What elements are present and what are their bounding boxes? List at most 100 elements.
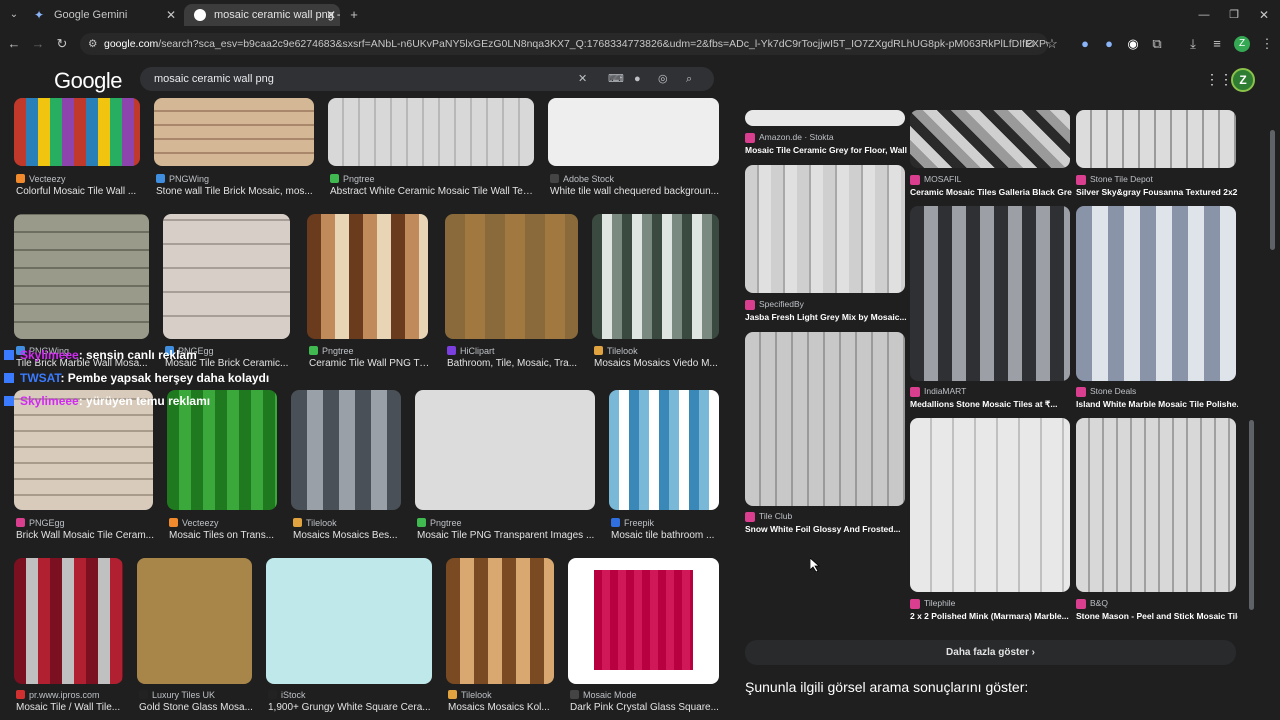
related-image[interactable] bbox=[910, 418, 1070, 592]
reload-icon[interactable]: ↻ bbox=[54, 37, 70, 51]
result-source[interactable]: PNGEgg bbox=[16, 518, 155, 528]
result-image[interactable] bbox=[415, 390, 595, 510]
extension-icon[interactable]: ◉ bbox=[1125, 37, 1141, 51]
result-image[interactable] bbox=[137, 558, 252, 684]
related-title[interactable]: Island White Marble Mosaic Tile Polishe.… bbox=[1076, 399, 1238, 409]
result-title[interactable]: White tile wall chequered backgroun... bbox=[550, 186, 721, 197]
related-title[interactable]: Medallions Stone Mosaic Tiles at ₹... bbox=[910, 399, 1072, 410]
result-image[interactable] bbox=[154, 98, 314, 166]
related-source[interactable]: Tile Club bbox=[759, 511, 792, 521]
result-image[interactable] bbox=[568, 558, 719, 684]
result-image[interactable] bbox=[609, 390, 719, 510]
extension-icon[interactable]: ● bbox=[1077, 37, 1093, 51]
mic-icon[interactable]: ● bbox=[634, 67, 641, 91]
related-title[interactable]: Snow White Foil Glossy And Frosted... bbox=[745, 524, 907, 534]
related-image[interactable] bbox=[1076, 110, 1236, 168]
show-more-button[interactable]: Daha fazla göster › bbox=[745, 640, 1236, 665]
profile-avatar[interactable]: Z bbox=[1234, 36, 1250, 52]
related-source[interactable]: IndiaMART bbox=[924, 386, 966, 396]
result-image[interactable] bbox=[328, 98, 534, 166]
apps-grid-icon[interactable]: ⋮⋮ bbox=[1205, 71, 1233, 88]
result-source[interactable]: Luxury Tiles UK bbox=[139, 690, 254, 700]
result-source[interactable]: iStock bbox=[268, 690, 434, 700]
result-image[interactable] bbox=[445, 214, 578, 339]
back-icon[interactable]: ← bbox=[6, 37, 22, 51]
related-source[interactable]: SpecifiedBy bbox=[759, 299, 804, 309]
result-image[interactable] bbox=[266, 558, 432, 684]
result-image[interactable] bbox=[446, 558, 554, 684]
result-title[interactable]: Dark Pink Crystal Glass Square... bbox=[570, 702, 721, 713]
result-image[interactable] bbox=[548, 98, 719, 166]
maximize-icon[interactable]: ❐ bbox=[1226, 8, 1242, 22]
result-source[interactable]: Tilelook bbox=[594, 346, 721, 356]
related-image[interactable] bbox=[745, 165, 905, 293]
related-source[interactable]: Tilephile bbox=[924, 598, 955, 608]
related-title[interactable]: Mosaic Tile Ceramic Grey for Floor, Wall… bbox=[745, 145, 907, 155]
download-icon[interactable]: ⤓ bbox=[1185, 37, 1201, 51]
account-avatar[interactable]: Z bbox=[1231, 68, 1255, 92]
result-source[interactable]: Pngtree bbox=[330, 174, 536, 184]
keyboard-icon[interactable]: ⌨ bbox=[608, 67, 624, 91]
puzzle-icon[interactable]: ⧉ bbox=[1149, 37, 1165, 51]
minimize-icon[interactable]: — bbox=[1196, 8, 1212, 22]
result-source[interactable]: Freepik bbox=[611, 518, 721, 528]
result-title[interactable]: Mosaic tile bathroom ... bbox=[611, 530, 721, 541]
bookmark-star-icon[interactable]: ☆ bbox=[1044, 37, 1060, 51]
result-source[interactable]: Tilelook bbox=[448, 690, 556, 700]
result-source[interactable]: Vecteezy bbox=[169, 518, 279, 528]
result-title[interactable]: Mosaics Mosaics Bes... bbox=[293, 530, 403, 541]
result-image[interactable] bbox=[14, 390, 153, 510]
forward-icon[interactable]: → bbox=[30, 37, 46, 51]
related-title[interactable]: Stone Mason - Peel and Stick Mosaic Tile bbox=[1076, 611, 1238, 621]
related-source[interactable]: Amazon.de · Stokta bbox=[759, 132, 834, 142]
clear-icon[interactable]: ✕ bbox=[578, 67, 587, 91]
result-title[interactable]: Gold Stone Glass Mosa... bbox=[139, 702, 254, 713]
result-title[interactable]: Colorful Mosaic Tile Wall ... bbox=[16, 186, 142, 197]
related-image[interactable] bbox=[1076, 206, 1236, 381]
page-scrollbar[interactable] bbox=[1270, 130, 1275, 250]
related-title[interactable]: Ceramic Mosaic Tiles Galleria Black Grey bbox=[910, 187, 1072, 197]
result-title[interactable]: Bathroom, Tile, Mosaic, Tra... bbox=[447, 358, 580, 369]
result-image[interactable] bbox=[167, 390, 277, 510]
result-image[interactable] bbox=[291, 390, 401, 510]
result-source[interactable]: Mosaic Mode bbox=[570, 690, 721, 700]
result-title[interactable]: Mosaic Tile PNG Transparent Images ... bbox=[417, 530, 597, 541]
result-title[interactable]: Mosaic Tile / Wall Tile... bbox=[16, 702, 125, 713]
result-title[interactable]: Mosaics Mosaics Viedo M... bbox=[594, 358, 721, 369]
result-image[interactable] bbox=[14, 214, 149, 339]
result-source[interactable]: Vecteezy bbox=[16, 174, 142, 184]
close-icon[interactable]: ✕ bbox=[326, 4, 336, 26]
related-image[interactable] bbox=[910, 206, 1070, 381]
result-image[interactable] bbox=[307, 214, 428, 339]
result-image[interactable] bbox=[592, 214, 719, 339]
extension-icon[interactable]: ● bbox=[1101, 37, 1117, 51]
result-title[interactable]: Ceramic Tile Wall PNG Tr... bbox=[309, 358, 430, 369]
result-title[interactable]: Stone wall Tile Brick Mosaic, mos... bbox=[156, 186, 316, 197]
eye-off-icon[interactable]: ⊘ bbox=[1022, 37, 1038, 51]
close-icon[interactable]: ✕ bbox=[166, 4, 176, 26]
tab-gemini[interactable]: ✦ Google Gemini ✕ bbox=[24, 4, 180, 26]
search-icon[interactable]: ⌕ bbox=[686, 67, 692, 91]
result-source[interactable]: Pngtree bbox=[309, 346, 430, 356]
related-source[interactable]: MOSAFIL bbox=[924, 174, 961, 184]
result-source[interactable]: Tilelook bbox=[293, 518, 403, 528]
panel-scrollbar[interactable] bbox=[1249, 420, 1254, 610]
new-tab-icon[interactable]: + bbox=[346, 8, 362, 22]
result-image[interactable] bbox=[14, 558, 123, 684]
address-bar[interactable]: ⚙ google.com/search?sca_esv=b9caa2c9e627… bbox=[80, 33, 1048, 55]
related-title[interactable]: Jasba Fresh Light Grey Mix by Mosaic... bbox=[745, 312, 907, 322]
close-window-icon[interactable]: ✕ bbox=[1256, 8, 1272, 22]
result-title[interactable]: 1,900+ Grungy White Square Cera... bbox=[268, 702, 434, 713]
google-logo[interactable]: Google bbox=[54, 68, 122, 94]
result-title[interactable]: Abstract White Ceramic Mosaic Tile Wall … bbox=[330, 186, 536, 197]
result-source[interactable]: pr.www.ipros.com bbox=[16, 690, 125, 700]
result-title[interactable]: Brick Wall Mosaic Tile Ceram... bbox=[16, 530, 155, 541]
related-title[interactable]: 2 x 2 Polished Mink (Marmara) Marble... bbox=[910, 611, 1072, 621]
result-source[interactable]: Pngtree bbox=[417, 518, 597, 528]
result-image[interactable] bbox=[163, 214, 290, 339]
result-source[interactable]: PNGWing bbox=[156, 174, 316, 184]
related-source[interactable]: Stone Tile Depot bbox=[1090, 174, 1153, 184]
result-source[interactable]: HiClipart bbox=[447, 346, 580, 356]
related-image[interactable] bbox=[910, 110, 1070, 168]
result-title[interactable]: Mosaic Tiles on Trans... bbox=[169, 530, 279, 541]
